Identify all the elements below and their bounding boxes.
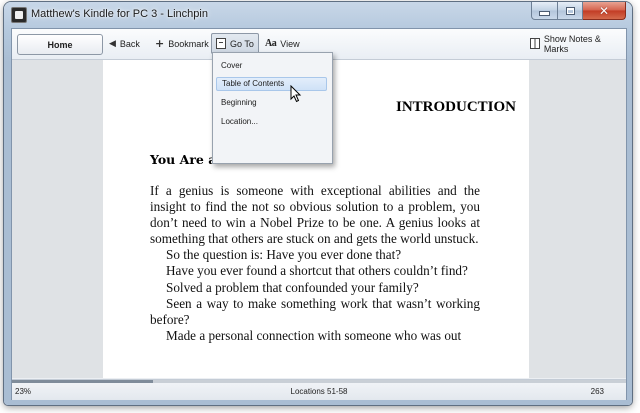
kindle-app-icon[interactable] <box>11 7 27 23</box>
back-button[interactable]: ◀ Back <box>109 34 140 53</box>
minimize-icon <box>539 11 550 16</box>
goto-icon <box>216 38 226 49</box>
close-button[interactable]: ✕ <box>583 2 626 20</box>
maximize-icon <box>565 6 575 15</box>
reading-progress-fill <box>12 380 154 383</box>
show-notes-button[interactable]: Show Notes & Marks <box>530 33 626 54</box>
status-bar: 23% Locations 51-58 263 <box>12 379 626 400</box>
home-button[interactable]: Home <box>17 34 103 55</box>
bookmark-button[interactable]: + Bookmark <box>155 34 209 53</box>
bookmark-label: Bookmark <box>168 38 209 49</box>
paragraph: Seen a way to make something work that w… <box>150 295 480 327</box>
back-label: Back <box>119 38 140 49</box>
location-range: Locations 51-58 <box>290 387 348 396</box>
menu-item-location[interactable]: Location... <box>216 115 327 129</box>
show-notes-label: Show Notes & Marks <box>543 33 601 54</box>
paragraph: Solved a problem that confounded your fa… <box>166 279 419 295</box>
body-text: If a genius is someone with exceptional … <box>150 183 480 344</box>
menu-item-beginning[interactable]: Beginning <box>216 96 327 110</box>
window-title: Matthew's Kindle for PC 3 - Linchpin <box>31 8 208 20</box>
goto-button[interactable]: Go To <box>211 33 259 54</box>
minimize-button[interactable] <box>531 2 558 20</box>
mouse-pointer-icon <box>290 85 302 103</box>
maximize-button[interactable] <box>558 2 583 20</box>
window-caption-buttons: ✕ <box>531 2 626 20</box>
paragraph: If a genius is someone with exceptional … <box>150 183 480 247</box>
paragraph: So the question is: Have you ever done t… <box>166 247 402 263</box>
plus-icon: + <box>155 36 165 50</box>
app-window: Matthew's Kindle for PC 3 - Linchpin ✕ H… <box>4 2 632 405</box>
view-button[interactable]: Aa View <box>265 34 300 53</box>
view-label: View <box>280 38 300 49</box>
reading-progress-bar[interactable] <box>12 380 626 383</box>
paragraph: Made a personal connection with someone … <box>166 327 462 343</box>
goto-label: Go To <box>230 38 254 49</box>
notebook-icon <box>530 38 540 49</box>
menu-item-table-of-contents[interactable]: Table of Contents <box>216 77 327 91</box>
title-bar[interactable]: Matthew's Kindle for PC 3 - Linchpin ✕ <box>4 2 632 28</box>
back-arrow-icon: ◀ <box>109 38 116 49</box>
font-size-icon: Aa <box>265 38 277 49</box>
page-number: 263 <box>590 387 604 396</box>
paragraph: Have you ever found a shortcut that othe… <box>166 263 468 279</box>
close-icon: ✕ <box>598 3 610 18</box>
goto-dropdown-menu: Cover Table of Contents Beginning Locati… <box>212 52 333 164</box>
menu-item-cover[interactable]: Cover <box>216 59 327 73</box>
client-area: Home ◀ Back + Bookmark Go To Aa View Sho… <box>11 28 627 400</box>
